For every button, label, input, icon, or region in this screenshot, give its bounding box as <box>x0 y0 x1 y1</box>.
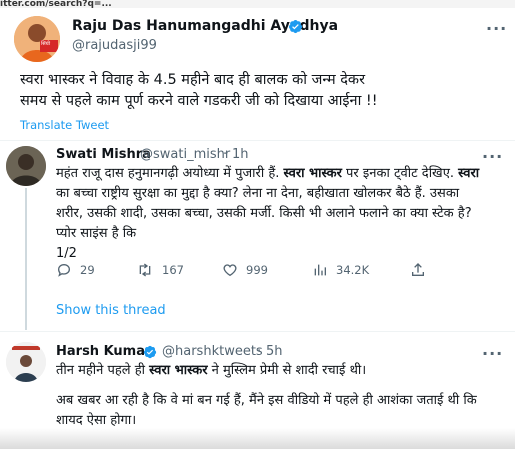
author-handle[interactable]: @rajudasji99 <box>72 38 157 53</box>
reply-button[interactable]: 29 <box>56 262 95 278</box>
author-name[interactable]: Swati Mishra <box>56 147 151 162</box>
separator-dot: · <box>223 147 228 162</box>
divider <box>0 331 515 332</box>
retweet-count: 167 <box>162 263 184 277</box>
views-count: 34.2K <box>336 263 370 277</box>
avatar-image-icon <box>6 146 46 186</box>
like-count: 999 <box>246 263 268 277</box>
tweet-time[interactable]: 5h <box>266 344 283 359</box>
reply-count: 29 <box>80 263 95 277</box>
like-icon <box>223 264 237 277</box>
avatar[interactable] <box>6 342 46 382</box>
tweet-time[interactable]: 1h <box>232 147 249 162</box>
bottom-fade-overlay <box>0 428 515 449</box>
more-options-icon[interactable]: ··· <box>486 19 507 38</box>
share-icon <box>412 263 424 276</box>
verified-badge-icon <box>143 345 157 359</box>
retweet-icon <box>139 263 151 277</box>
reply-icon <box>57 263 71 277</box>
verified-badge-icon <box>288 19 303 34</box>
translate-tweet-link[interactable]: Translate Tweet <box>20 118 109 132</box>
tweet-text: स्वरा भास्कर ने विवाह के 4.5 महीने बाद ह… <box>20 72 378 109</box>
retweet-button[interactable]: 167 <box>136 262 184 278</box>
views-button[interactable]: 34.2K <box>312 262 369 278</box>
like-button[interactable]: 999 <box>222 262 268 278</box>
avatar[interactable]: सिंधी <box>14 16 60 62</box>
views-icon <box>314 264 326 276</box>
divider <box>0 140 515 141</box>
tweet-text: महंत राजू दास हनुमानगढ़ी अयोध्या में पुज… <box>56 166 480 261</box>
avatar-badge-text: सिंधी <box>41 41 51 47</box>
author-handle[interactable]: @swati_mishr <box>140 147 230 162</box>
avatar-image-icon <box>6 342 46 382</box>
avatar-image-icon <box>14 16 60 62</box>
show-thread-link[interactable]: Show this thread <box>56 303 166 318</box>
author-handle[interactable]: @harshktweets <box>162 344 263 359</box>
tweet-text: तीन महीने पहले ही स्वरा भास्कर ने मुस्लि… <box>56 363 477 428</box>
browser-url-strip: itter.com/search?q=... <box>0 0 515 8</box>
share-button[interactable] <box>410 262 426 278</box>
separator-dot: · <box>257 344 262 359</box>
author-name[interactable]: Harsh Kumar <box>56 344 151 359</box>
thread-connector-line <box>25 188 27 330</box>
avatar[interactable] <box>6 146 46 186</box>
